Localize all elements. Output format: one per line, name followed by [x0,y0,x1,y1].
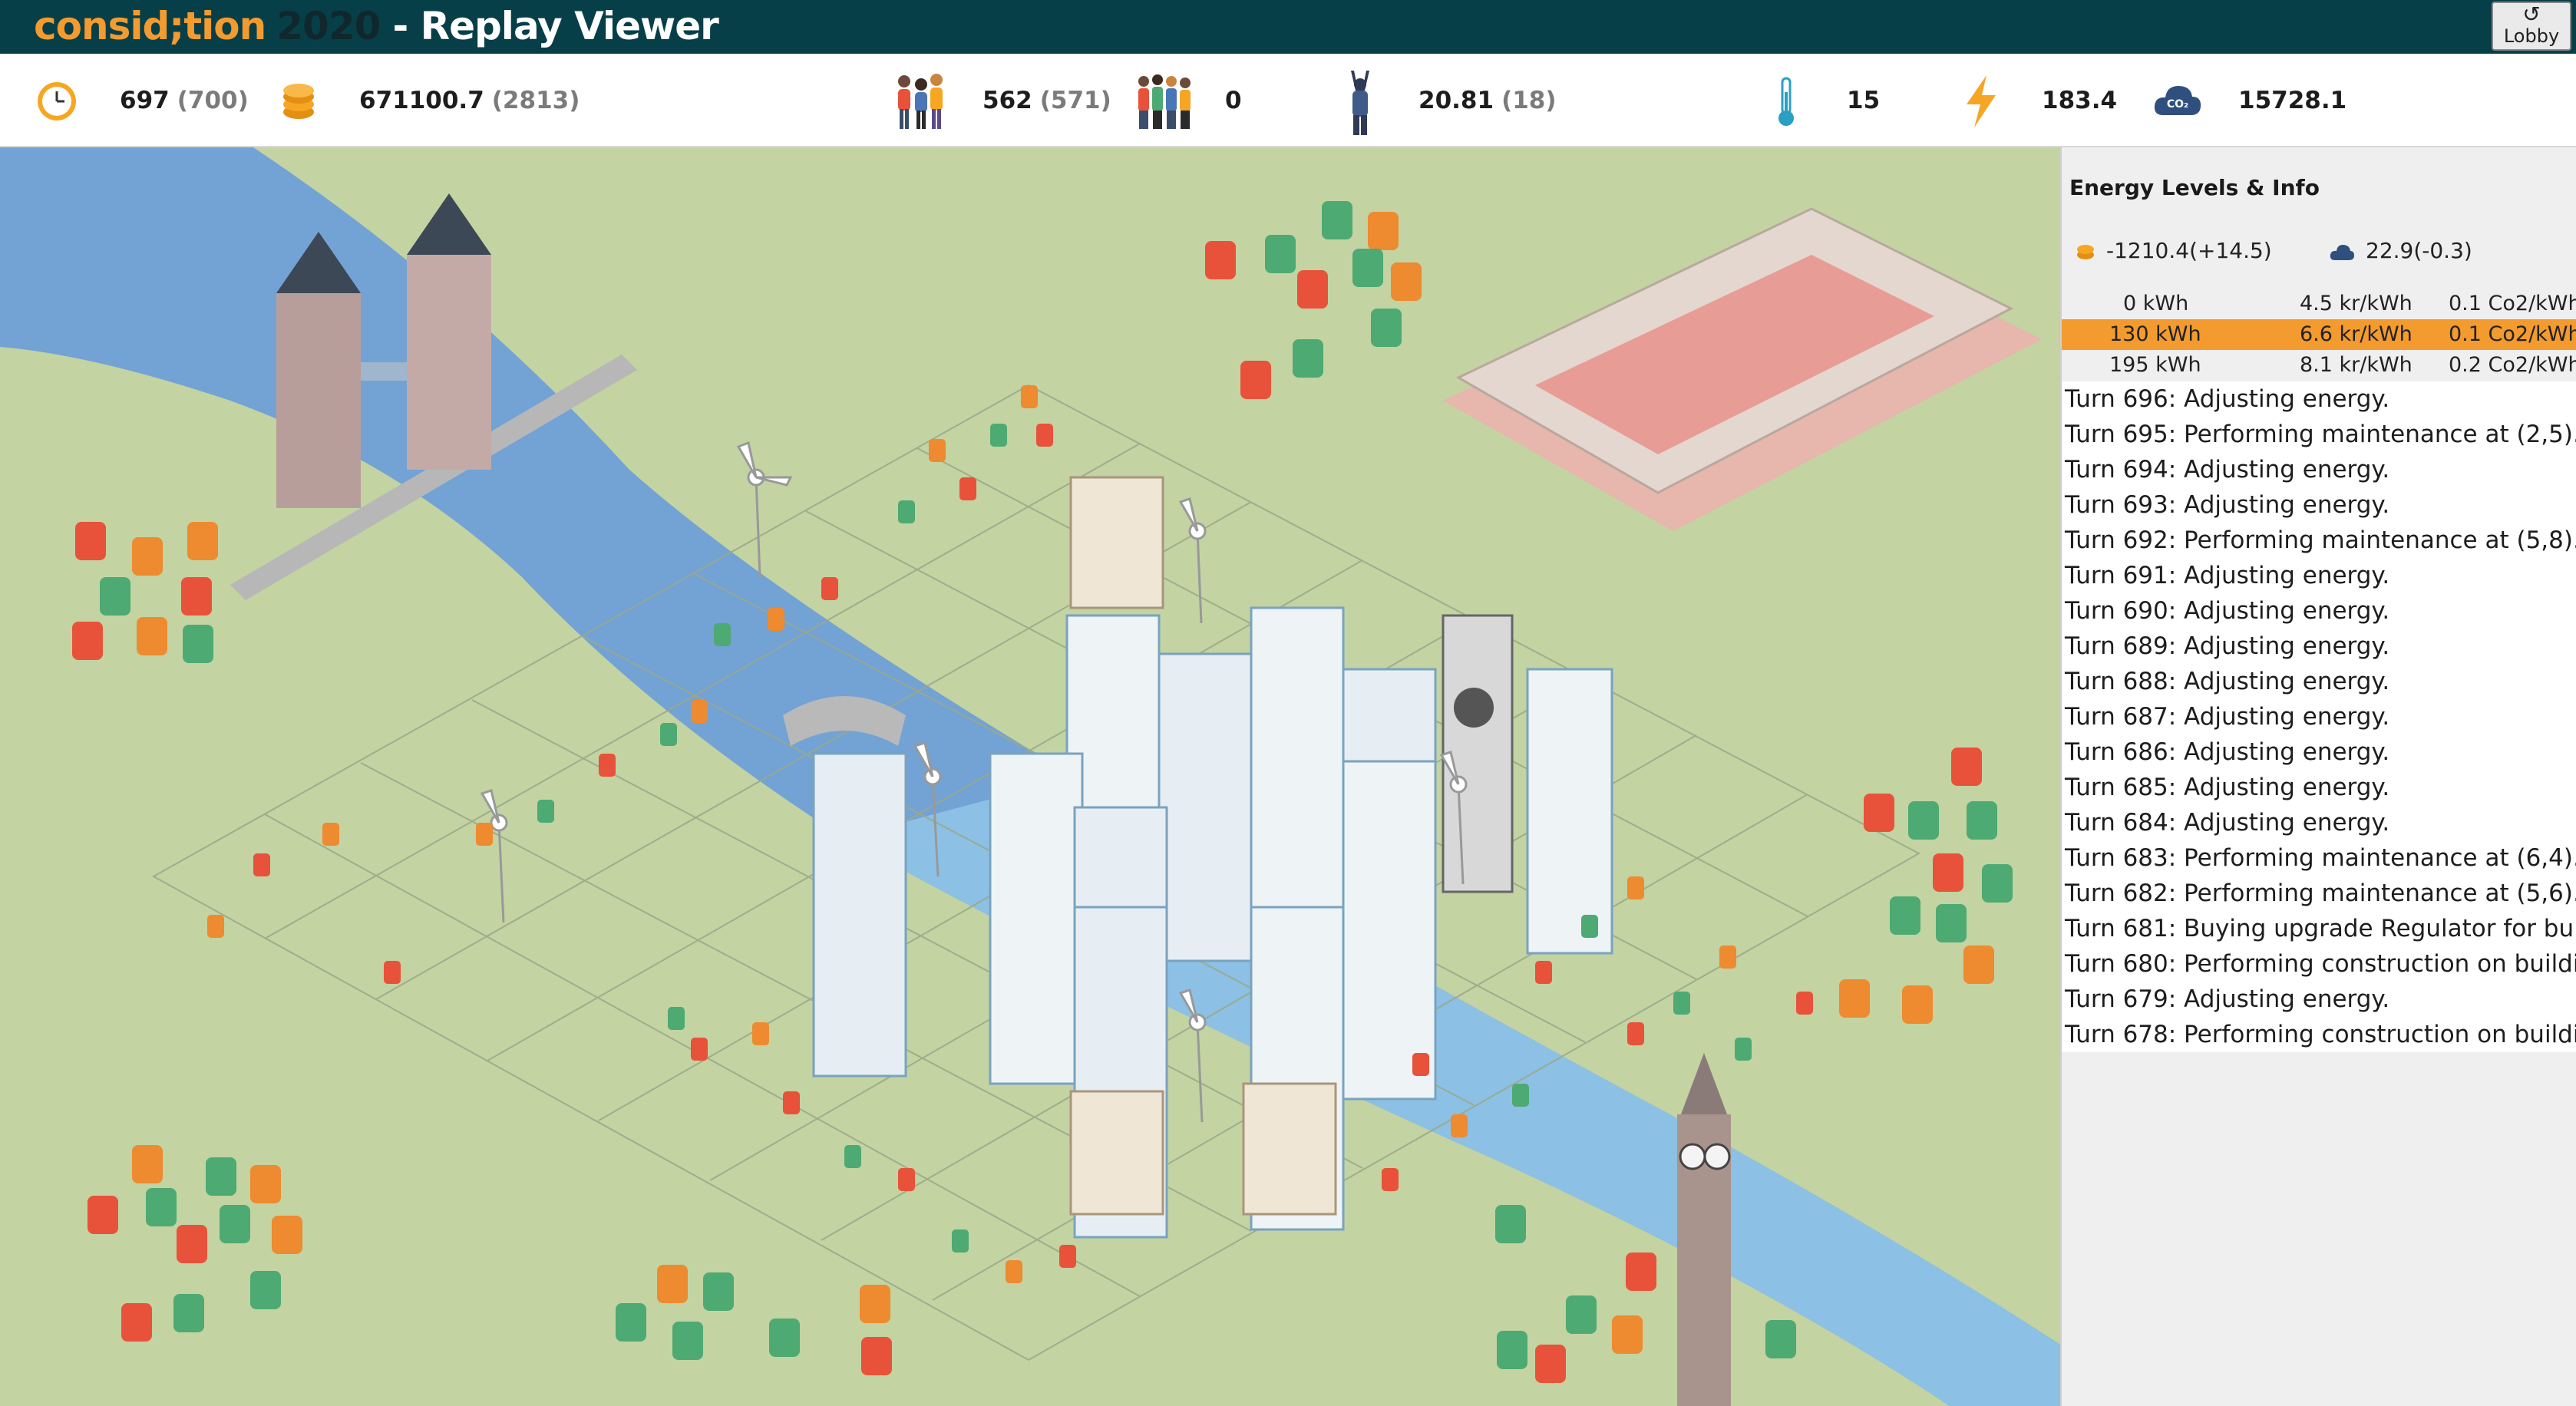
energy-level-kwh: 195 kWh [2109,353,2201,377]
log-entry: Turn 688: Adjusting energy. [2065,668,2390,695]
thermometer-icon [1778,77,1794,126]
happiness-value: 20.81 [1418,87,1494,114]
co2-cloud-icon [2330,245,2354,260]
clock-icon [38,82,76,120]
energy-level-co2: 0.2 Co2/kWh [2449,353,2576,377]
panel-title: Energy Levels & Info [2069,175,2320,200]
energy-level-row[interactable]: 195 kWh 8.1 kr/kWh 0.2 Co2/kWh [2062,350,2576,381]
app-title: consid;tion 2020- Replay Viewer [34,2,719,51]
temperature-value: 15 [1847,87,1881,114]
happiness-change: (18) [1501,87,1557,114]
queue-stat: 0 [1225,81,1242,120]
skyscraper [812,752,907,1078]
population-stat: 562 (571) [983,81,1111,120]
skyscraper [1158,652,1253,962]
energy-level-kwh: 0 kWh [2123,292,2189,315]
log-entry: Turn 696: Adjusting energy. [2065,385,2390,413]
isometric-city-map[interactable] [0,147,2060,1406]
energy-stat: 183.4 [2042,81,2117,120]
funds-value: 671100.7 [359,87,484,114]
energy-level-co2: 0.1 Co2/kWh [2449,292,2576,315]
wind-turbine [1178,497,1207,624]
co2-value: 15728.1 [2238,87,2347,114]
turn-log[interactable]: Turn 696: Adjusting energy. Turn 695: Pe… [2062,381,2576,1052]
energy-level-co2: 0.1 Co2/kWh [2449,322,2576,346]
apartment-building [1069,1090,1164,1216]
energy-info-panel: Energy Levels & Info -1210.4(+14.5) 22.9… [2060,147,2576,1406]
tree-cluster-right [1839,748,2013,1024]
energy-value: 183.4 [2042,87,2118,114]
tree-cluster-top [1205,201,1422,399]
skyscraper [989,752,1084,1085]
log-entry: Turn 687: Adjusting energy. [2065,703,2390,731]
people-icon [898,74,943,129]
log-entry: Turn 693: Adjusting energy. [2065,491,2390,519]
tree-cluster-bottom-left [88,1145,302,1342]
crowd-icon [1138,74,1191,129]
turn-stat: 697 (700) [120,81,249,120]
energy-levels-table: 0 kWh 4.5 kr/kWh 0.1 Co2/kWh 130 kWh 6.6… [2062,289,2576,381]
wind-turbine [480,789,508,923]
energy-level-cost: 4.5 kr/kWh [2300,292,2413,315]
population-value: 562 [983,87,1032,114]
queue-value: 0 [1225,87,1242,114]
title-bar: consid;tion 2020- Replay Viewer ↺ Lobby [0,0,2576,54]
log-entry: Turn 685: Adjusting energy. [2065,774,2390,801]
page-subtitle: - Replay Viewer [392,4,718,48]
energy-level-row[interactable]: 0 kWh 4.5 kr/kWh 0.1 Co2/kWh [2062,289,2576,319]
skyscraper [1526,668,1613,955]
energy-level-kwh: 130 kWh [2109,322,2201,346]
lobby-button[interactable]: ↺ Lobby [2492,2,2571,51]
stats-bar: 697 (700) 671100.7 (2813) 562 (571) 0 20.81… [0,54,2576,147]
construction-building [1442,614,1514,893]
log-entry: Turn 678: Performing construction on bui… [2065,1021,2576,1048]
log-entry: Turn 690: Adjusting energy. [2065,597,2390,625]
log-entry: Turn 684: Adjusting energy. [2065,809,2390,837]
co2-cloud-icon: CO₂ [2154,86,2201,115]
funds-income: (2813) [491,87,580,114]
log-entry: Turn 680: Performing construction on bui… [2065,950,2576,978]
log-entry: Turn 694: Adjusting energy. [2065,456,2390,484]
apartment-building [1242,1082,1337,1216]
co2-summary: 22.9(-0.3) [2366,238,2472,263]
log-entry: Turn 695: Performing maintenance at (2,5… [2065,421,2576,448]
log-entry: Turn 679: Adjusting energy. [2065,985,2390,1013]
energy-cost-summary: -1210.4(+14.5) [2106,238,2272,263]
funds-stat: 671100.7 (2813) [359,81,580,120]
turn-value: 697 [120,87,170,114]
energy-level-cost: 8.1 kr/kWh [2300,353,2413,377]
turn-max: (700) [177,87,249,114]
lobby-button-label: Lobby [2503,25,2560,47]
happiness-stat: 20.81 (18) [1418,81,1557,120]
undo-icon: ↺ [2522,2,2541,27]
population-max: (571) [1039,87,1111,114]
log-entry: Turn 689: Adjusting energy. [2065,632,2390,660]
svg-text:CO₂: CO₂ [2167,98,2188,111]
co2-stat: 15728.1 [2238,81,2346,120]
palace [1443,207,2042,531]
energy-level-row-selected[interactable]: 130 kWh 6.6 kr/kWh 0.1 Co2/kWh [2062,319,2576,350]
tree-cluster-left [72,522,218,663]
log-entry: Turn 692: Performing maintenance at (5,8… [2065,526,2576,554]
log-entry: Turn 683: Performing maintenance at (6,4… [2065,844,2576,872]
log-entry: Turn 681: Buying upgrade Regulator for b… [2065,915,2576,942]
skyscraper [1342,760,1437,1101]
log-entry: Turn 682: Performing maintenance at (5,6… [2065,880,2576,907]
energy-level-cost: 6.6 kr/kWh [2300,322,2413,346]
apartment-building [1069,476,1164,609]
big-ben [1677,1053,1731,1406]
coins-icon [283,84,314,119]
wind-turbine [736,441,793,578]
brand-year: 2020 [276,4,381,48]
tree-cluster-bottom [616,1265,892,1375]
log-entry: Turn 686: Adjusting energy. [2065,738,2390,766]
lightning-icon [1967,75,1996,127]
brand-name: consid;tion [34,4,266,48]
skyscraper [1250,606,1345,932]
city-map[interactable] [0,147,2060,1406]
coin-icon [2077,245,2094,259]
temperature-stat: 15 [1847,81,1880,120]
log-entry: Turn 691: Adjusting energy. [2065,562,2390,589]
cheering-person-icon [1351,71,1369,135]
